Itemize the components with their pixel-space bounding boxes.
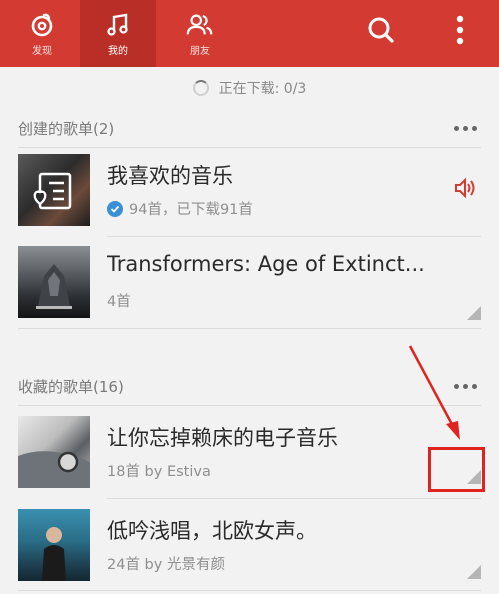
annotation-highlight-box	[428, 447, 485, 492]
annotation-arrow	[408, 345, 460, 440]
